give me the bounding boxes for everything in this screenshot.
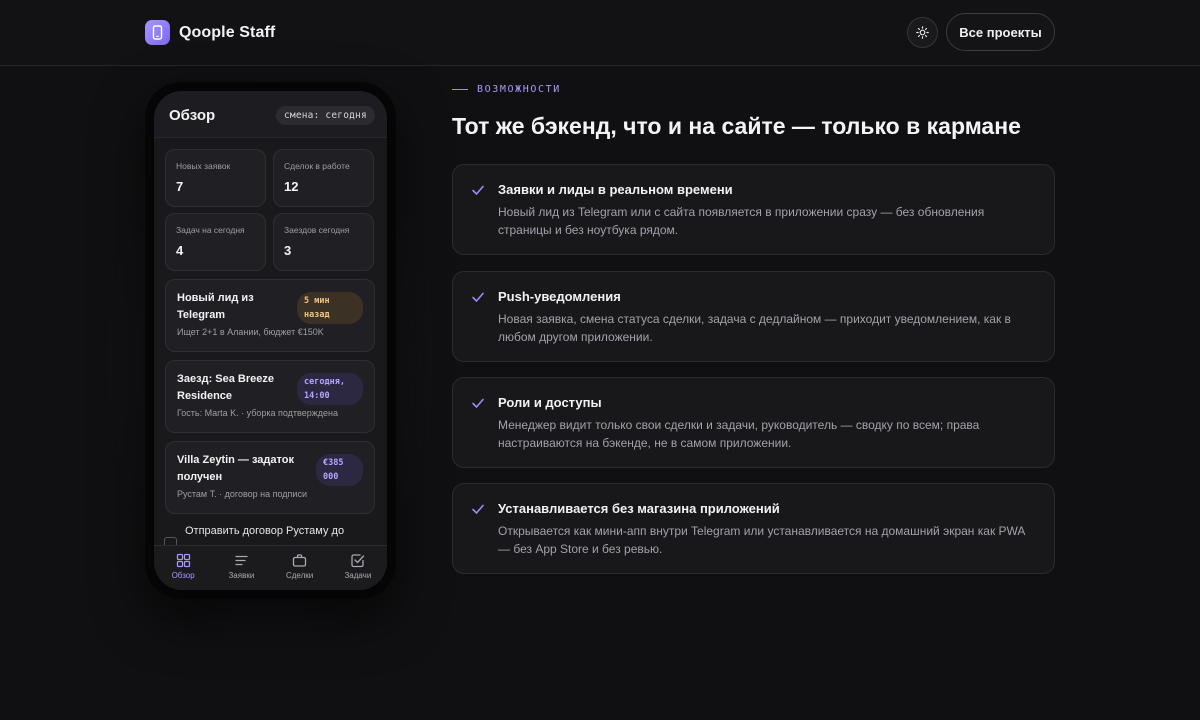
stat-value: 12 (284, 179, 299, 194)
shift-badge: смена: сегодня (276, 106, 375, 125)
checkmark-icon (472, 185, 484, 195)
tab-overview[interactable]: Обзор (154, 546, 212, 590)
phone-mockup: Обзор смена: сегодня Новых заявок 7 Сдел… (145, 82, 396, 599)
sun-icon (916, 26, 929, 39)
list-icon (235, 555, 248, 566)
stat-label: Новых заявок (176, 161, 231, 171)
grid-icon (176, 553, 190, 568)
checkbox-icon (351, 554, 365, 568)
feed-item-new-lead[interactable]: Новый лид из Telegram 5 мин назад Ищет 2… (165, 279, 375, 352)
feature-description: Новая заявка, смена статуса сделки, зада… (498, 312, 1011, 344)
bottom-tab-bar: Обзор Заявки Сделки Задачи (154, 545, 387, 590)
tab-label: Задачи (344, 571, 372, 580)
feed-item-subtitle: Ищет 2+1 в Алании, бюджет €150K (177, 327, 324, 337)
checkmark-icon (472, 398, 484, 408)
stat-value: 3 (284, 243, 292, 258)
feed-item-title: Заезд: Sea Breeze Residence (177, 373, 275, 402)
stat-card-tasks-today[interactable]: Задач на сегодня 4 (165, 213, 266, 271)
phone-screen: Обзор смена: сегодня Новых заявок 7 Сдел… (154, 91, 387, 590)
tab-requests[interactable]: Заявки (212, 546, 270, 590)
eyebrow-line (452, 89, 468, 90)
tab-label: Обзор (171, 571, 195, 580)
feature-card-no-app-store: Устанавливается без магазина приложений … (452, 483, 1055, 574)
stat-card-new-requests[interactable]: Новых заявок 7 (165, 149, 266, 207)
feature-card-roles-access: Роли и доступы Менеджер видит только сво… (452, 377, 1055, 468)
checkmark-icon (472, 504, 484, 514)
checkmark-icon (472, 292, 484, 302)
feature-card-push-notifications: Push-уведомления Новая заявка, смена ста… (452, 271, 1055, 362)
feed-item-subtitle: Рустам Т. · договор на подписи (177, 489, 307, 499)
stat-card-checkins-today[interactable]: Заездов сегодня 3 (273, 213, 374, 271)
feature-title: Устанавливается без магазина приложений (498, 501, 780, 516)
feature-title: Push-уведомления (498, 289, 621, 304)
feature-card-realtime-leads: Заявки и лиды в реальном времени Новый л… (452, 164, 1055, 255)
stat-label: Сделок в работе (284, 161, 350, 171)
eyebrow-label: ВОЗМОЖНОСТИ (477, 84, 561, 95)
feed-item-checkin[interactable]: Заезд: Sea Breeze Residence сегодня, 14:… (165, 360, 375, 433)
top-navigation-bar: Qoople Staff Все проекты (0, 0, 1200, 66)
task-text: Отправить договор Рустаму до (185, 525, 345, 537)
section-headline: Тот же бэкенд, что и на сайте — только в… (452, 113, 1021, 139)
tab-deals[interactable]: Сделки (271, 546, 329, 590)
tab-label: Сделки (285, 571, 314, 580)
stat-value: 7 (176, 179, 184, 194)
feed-item-subtitle: Гость: Marta K. · уборка подтверждена (177, 408, 339, 418)
tab-tasks[interactable]: Задачи (329, 546, 387, 590)
stat-value: 4 (176, 243, 184, 258)
feature-description: Открывается как мини-апп внутри Telegram… (498, 524, 1025, 556)
feature-description: Менеджер видит только свои сделки и зада… (498, 418, 980, 450)
theme-toggle-button[interactable] (907, 17, 938, 48)
time-badge: 5 мин назад (297, 292, 363, 324)
brand[interactable]: Qoople Staff (145, 20, 275, 45)
stat-label: Задач на сегодня (176, 225, 245, 235)
screen-title: Обзор (169, 107, 216, 124)
section-eyebrow: ВОЗМОЖНОСТИ (452, 84, 561, 95)
stat-label: Заездов сегодня (284, 225, 350, 235)
tab-label: Заявки (228, 571, 255, 580)
brand-name: Qoople Staff (179, 23, 276, 41)
feature-title: Роли и доступы (498, 395, 602, 410)
phone-logo-icon (145, 20, 170, 45)
feature-title: Заявки и лиды в реальном времени (498, 182, 733, 197)
feed-item-deposit[interactable]: Villa Zeytin — задаток получен €385 000 … (165, 441, 375, 514)
amount-badge: €385 000 (316, 454, 363, 486)
feed-item-title: Villa Zeytin — задаток получен (177, 454, 294, 483)
time-badge: сегодня, 14:00 (297, 373, 363, 405)
screen-header: Обзор смена: сегодня (154, 91, 387, 138)
all-projects-button[interactable]: Все проекты (946, 13, 1055, 51)
briefcase-icon (292, 554, 307, 567)
feed-item-title: Новый лид из Telegram (177, 292, 254, 321)
feature-description: Новый лид из Telegram или с сайта появля… (498, 205, 985, 237)
stat-card-deals-in-progress[interactable]: Сделок в работе 12 (273, 149, 374, 207)
